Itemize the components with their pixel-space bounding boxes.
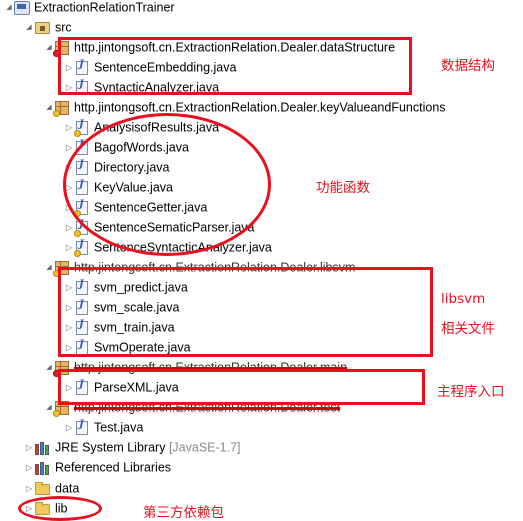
expand-arrow-icon[interactable]: ▷ xyxy=(24,438,34,458)
tree-item-src[interactable]: ◢ src xyxy=(24,17,72,38)
highlight-box-libsvm xyxy=(58,267,433,357)
annotation-main-entry: 主程序入口 xyxy=(437,384,505,400)
tree-item-referenced-libraries[interactable]: ▷ Referenced Libraries xyxy=(24,457,171,477)
expand-arrow-icon[interactable]: ▷ xyxy=(64,218,74,238)
java-file-icon xyxy=(76,419,88,435)
java-file-icon xyxy=(74,239,88,257)
package-icon xyxy=(53,100,69,117)
java-file-icon xyxy=(74,119,88,137)
warning-marker-icon xyxy=(53,109,60,117)
expand-arrow-icon[interactable]: ▷ xyxy=(64,118,74,138)
tree-item-file[interactable]: ▷ Test.java xyxy=(64,417,143,437)
highlight-oval-functions xyxy=(63,113,271,256)
annotation-third-party: 第三方依赖包 xyxy=(143,505,224,521)
warning-marker-icon xyxy=(74,129,81,137)
tree-item-jre-library[interactable]: ▷ JRE System Library [JavaSE-1.7] xyxy=(24,437,241,457)
library-icon xyxy=(35,441,50,455)
referenced-libraries-label: Referenced Libraries xyxy=(55,460,172,475)
jre-version-label: [JavaSE-1.7] xyxy=(168,440,241,455)
warning-marker-icon xyxy=(74,229,81,237)
annotation-data-structure: 数据结构 xyxy=(441,58,495,74)
file-label: Test.java xyxy=(94,420,144,435)
data-folder-label: data xyxy=(55,481,80,496)
collapse-arrow-icon[interactable]: ◢ xyxy=(24,18,34,38)
highlight-oval-lib xyxy=(18,496,102,521)
expand-arrow-icon[interactable]: ▷ xyxy=(64,238,74,258)
annotation-libsvm-title: libsvm xyxy=(441,291,486,307)
library-icon xyxy=(35,461,50,475)
folder-icon xyxy=(35,481,50,495)
expand-arrow-icon[interactable]: ▷ xyxy=(24,458,34,478)
package-label: http.jintongsoft.cn.ExtractionRelation.D… xyxy=(74,100,446,115)
annotation-libsvm-subtitle: 相关文件 xyxy=(441,321,495,337)
src-label: src xyxy=(55,20,72,35)
jre-library-label: JRE System Library xyxy=(55,440,166,455)
annotation-functions: 功能函数 xyxy=(316,180,370,196)
expand-arrow-icon[interactable]: ▷ xyxy=(24,479,34,499)
highlight-box-main xyxy=(58,369,425,405)
project-label: ExtractionRelationTrainer xyxy=(34,0,175,15)
java-project-icon xyxy=(14,0,30,15)
tree-item-project[interactable]: ◢ ExtractionRelationTrainer xyxy=(4,0,175,17)
source-folder-icon xyxy=(35,21,50,34)
tree-item-package-keyvalue[interactable]: ◢ http.jintongsoft.cn.ExtractionRelation.… xyxy=(44,97,446,117)
expand-arrow-icon[interactable]: ▷ xyxy=(64,418,74,438)
highlight-box-datastructure xyxy=(58,37,412,95)
warning-marker-icon xyxy=(53,409,60,417)
warning-marker-icon xyxy=(74,249,81,257)
collapse-arrow-icon[interactable]: ◢ xyxy=(4,0,14,18)
tree-item-data-folder[interactable]: ▷ data xyxy=(24,478,79,498)
